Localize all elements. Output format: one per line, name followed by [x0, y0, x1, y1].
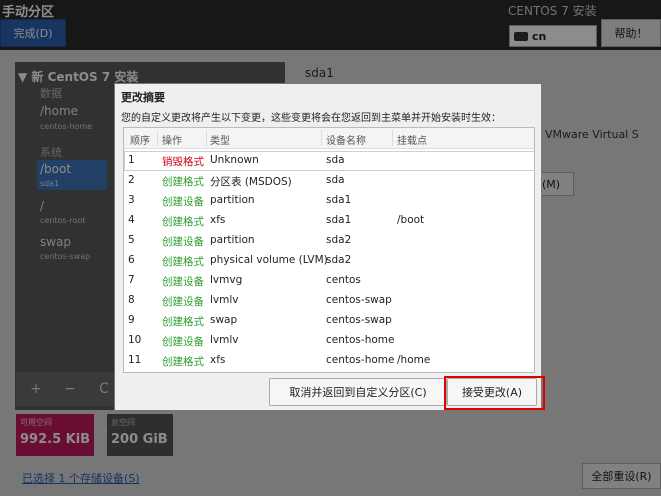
table-row[interactable]: 10 创建设备 lvmlv centos-home	[124, 331, 534, 351]
cell-order: 11	[128, 354, 142, 366]
cell-order: 5	[128, 234, 135, 246]
column-divider	[157, 130, 158, 146]
cell-device: sda2	[326, 254, 352, 266]
table-row[interactable]: 4 创建格式 xfs sda1/boot	[124, 211, 534, 231]
table-row[interactable]: 1 销毁格式 Unknown sda	[124, 151, 534, 171]
cell-order: 2	[128, 174, 135, 186]
column-action[interactable]: 操作	[162, 132, 182, 147]
table-row[interactable]: 2 创建格式 分区表 (MSDOS) sda	[124, 171, 534, 191]
cell-action: 创建格式	[162, 316, 204, 328]
cell-order: 6	[128, 254, 135, 266]
cell-device: centos-home	[326, 354, 395, 366]
cell-type: lvmvg	[210, 274, 243, 286]
table-row[interactable]: 3 创建设备 partition sda1	[124, 191, 534, 211]
cell-action: 销毁格式	[162, 156, 204, 168]
column-type[interactable]: 类型	[210, 132, 230, 147]
changes-table[interactable]: 顺序 操作 类型 设备名称 挂载点 1 销毁格式 Unknown sda 2 创建格式 分区…	[123, 127, 535, 373]
cell-device: centos-swap	[326, 314, 392, 326]
cell-order: 9	[128, 314, 135, 326]
column-device[interactable]: 设备名称	[326, 132, 366, 147]
cell-action: 创建设备	[162, 236, 204, 248]
cell-action: 创建格式	[162, 216, 204, 228]
cell-type: physical volume (LVM)	[210, 254, 328, 266]
cell-action: 创建设备	[162, 276, 204, 288]
table-row[interactable]: 8 创建设备 lvmlv centos-swap	[124, 291, 534, 311]
table-row[interactable]: 11 创建格式 xfs centos-home/home	[124, 351, 534, 371]
cell-device: sda	[326, 154, 345, 166]
cell-device: centos	[326, 274, 361, 286]
cell-type: swap	[210, 314, 238, 326]
column-mount[interactable]: 挂载点	[397, 132, 427, 147]
table-row[interactable]: 9 创建格式 swap centos-swap	[124, 311, 534, 331]
cell-action: 创建格式	[162, 176, 204, 188]
column-divider	[321, 130, 322, 146]
table-row[interactable]: 12创建设备lvmlv	[124, 371, 534, 372]
cell-device: sda1	[326, 214, 352, 226]
cell-device: centos-swap	[326, 294, 392, 306]
cell-action: 创建设备	[162, 196, 204, 208]
cell-device: centos-home	[326, 334, 395, 346]
cell-mount: /boot	[397, 214, 425, 226]
column-order[interactable]: 顺序	[130, 132, 150, 147]
table-row[interactable]: 7 创建设备 lvmvg centos	[124, 271, 534, 291]
column-divider	[206, 130, 207, 146]
cell-action: 创建设备	[162, 296, 204, 308]
cell-type: xfs	[210, 354, 226, 366]
cell-order: 1	[128, 154, 135, 166]
dialog-message: 您的自定义更改将产生以下变更，这些变更将会在您返回到主菜单并开始安装时生效：	[121, 113, 501, 124]
column-divider	[392, 130, 393, 146]
cell-order: 8	[128, 294, 135, 306]
cell-type: partition	[210, 194, 255, 206]
table-row[interactable]: 5 创建设备 partition sda2	[124, 231, 534, 251]
cell-device: sda2	[326, 234, 352, 246]
dialog-title: 更改摘要	[121, 91, 165, 104]
cell-type: xfs	[210, 214, 226, 226]
table-row[interactable]: 6 创建格式 physical volume (LVM) sda2	[124, 251, 534, 271]
cell-action: 创建设备	[162, 336, 204, 348]
cell-order: 3	[128, 194, 135, 206]
cell-device: sda	[326, 174, 345, 186]
cell-mount: /home	[397, 354, 431, 366]
cancel-return-button[interactable]: 取消并返回到自定义分区(C)	[269, 378, 447, 406]
cell-order: 10	[128, 334, 142, 346]
cell-action: 创建格式	[162, 256, 204, 268]
table-header: 顺序 操作 类型 设备名称 挂载点	[124, 128, 534, 149]
cell-action: 创建格式	[162, 356, 204, 368]
summary-of-changes-dialog: 更改摘要 您的自定义更改将产生以下变更，这些变更将会在您返回到主菜单并开始安装时…	[114, 83, 542, 411]
accept-button-highlight	[444, 376, 545, 410]
cell-device: sda1	[326, 194, 352, 206]
cell-type: lvmlv	[210, 334, 239, 346]
cell-type: lvmlv	[210, 294, 239, 306]
cell-order: 7	[128, 274, 135, 286]
cell-type: partition	[210, 234, 255, 246]
cell-order: 4	[128, 214, 135, 226]
cell-type: 分区表 (MSDOS)	[210, 176, 292, 188]
cell-type: Unknown	[210, 154, 259, 166]
